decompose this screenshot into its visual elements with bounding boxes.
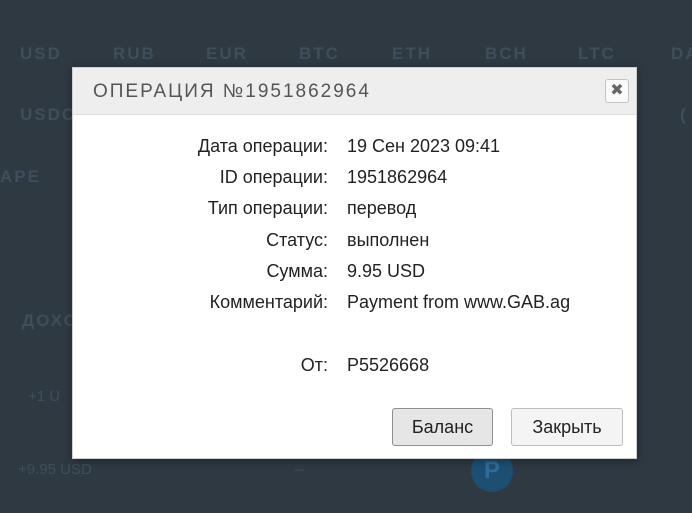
transaction-amount: +1 U <box>28 388 61 405</box>
detail-value: перевод <box>347 198 417 218</box>
detail-label: Статус: <box>266 230 328 250</box>
detail-value: 19 Сен 2023 09:41 <box>347 136 501 156</box>
close-button[interactable]: Закрыть <box>511 408 623 446</box>
balance-button[interactable]: Баланс <box>392 408 493 446</box>
currency-tab[interactable]: BTC <box>299 44 392 64</box>
currency-tab[interactable]: USDC <box>20 105 76 125</box>
detail-row-type: Тип операции: перевод <box>73 198 636 222</box>
detail-value: 9.95 USD <box>347 261 426 281</box>
detail-value: Payment from www.GAB.ag <box>347 292 571 312</box>
currency-tab[interactable]: ( <box>680 105 688 125</box>
currency-tab[interactable]: BCH <box>485 44 578 64</box>
detail-label: Сумма: <box>266 261 328 281</box>
close-icon[interactable]: ✖ <box>605 79 629 103</box>
dialog-header: ОПЕРАЦИЯ №1951862964 ✖ <box>73 68 636 115</box>
detail-row-comment: Комментарий: Payment from www.GAB.ag <box>73 292 636 316</box>
detail-row-date: Дата операции: 19 Сен 2023 09:41 <box>73 136 636 160</box>
currency-tabs: USD RUB EUR BTC ETH BCH LTC DA <box>20 44 692 64</box>
currency-tab[interactable]: DA <box>671 44 692 64</box>
detail-label: Комментарий: <box>209 292 328 312</box>
detail-value: выполнен <box>347 230 430 250</box>
detail-label: ID операции: <box>219 167 328 187</box>
currency-tab[interactable]: USD <box>20 44 113 64</box>
detail-value: 1951862964 <box>347 167 448 187</box>
currency-tab[interactable]: EUR <box>206 44 299 64</box>
currency-tab[interactable]: ETH <box>392 44 485 64</box>
detail-row-amount: Сумма: 9.95 USD <box>73 261 636 285</box>
operation-dialog: ОПЕРАЦИЯ №1951862964 ✖ Дата операции: 19… <box>72 67 637 459</box>
detail-row-status: Статус: выполнен <box>73 230 636 254</box>
transaction-amount: +9.95 USD <box>18 461 92 478</box>
dialog-title: ОПЕРАЦИЯ №1951862964 <box>93 81 371 102</box>
transaction-separator: – <box>295 461 304 478</box>
detail-value: P5526668 <box>347 355 430 375</box>
detail-label: Дата операции: <box>197 136 328 156</box>
currency-tab[interactable]: RUB <box>113 44 206 64</box>
currency-tab[interactable]: APE <box>0 167 41 187</box>
detail-label: От: <box>300 355 328 375</box>
detail-row-id: ID операции: 1951862964 <box>73 167 636 191</box>
currency-tab[interactable]: LTC <box>578 44 671 64</box>
detail-label: Тип операции: <box>207 198 328 218</box>
section-heading: ДОХО <box>22 311 79 330</box>
detail-row-from: От: P5526668 <box>73 355 636 379</box>
